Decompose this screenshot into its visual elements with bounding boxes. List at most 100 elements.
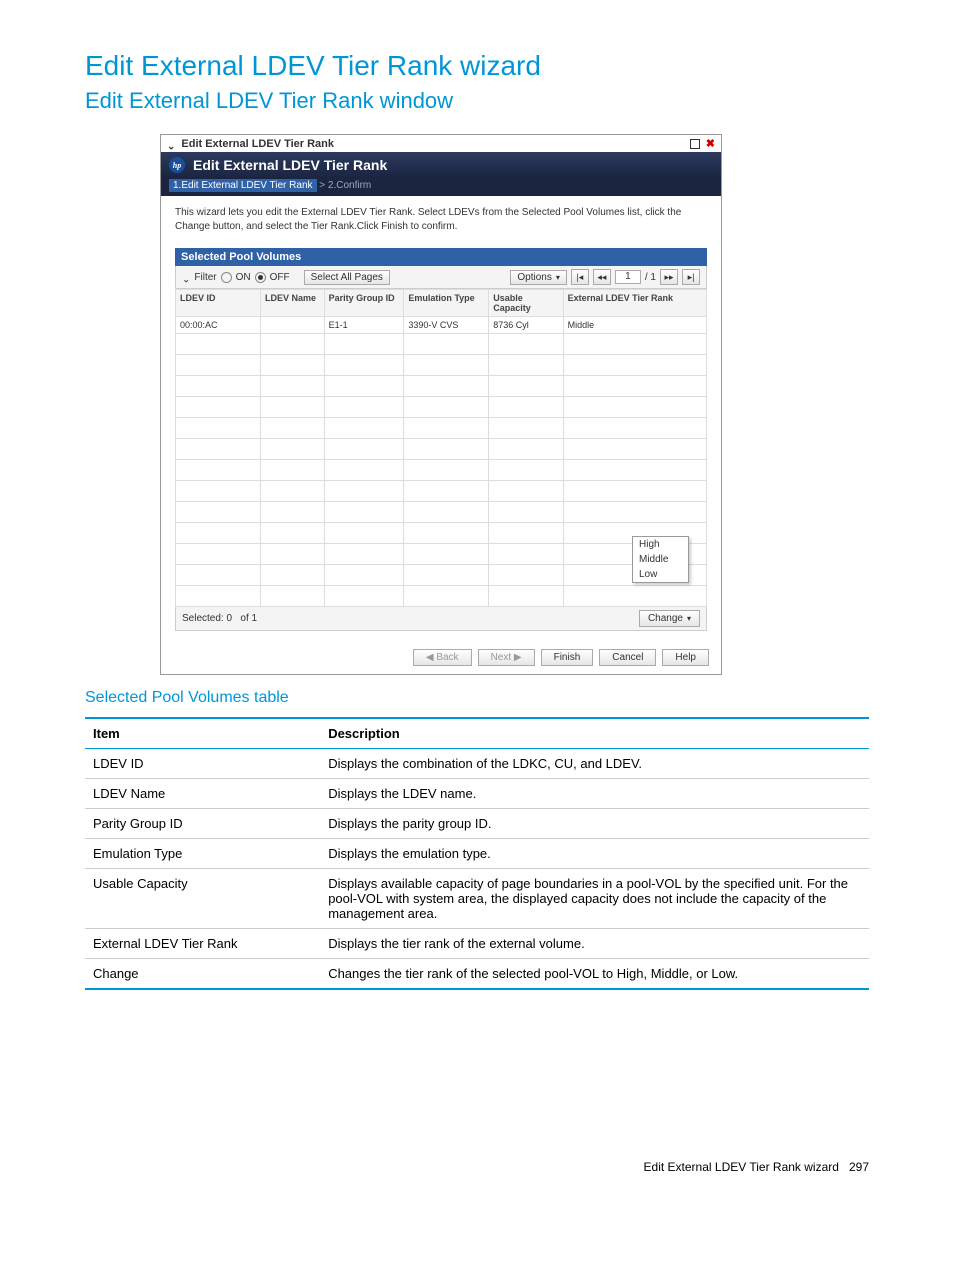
total-count: 1 <box>252 613 258 624</box>
table-row <box>176 376 707 397</box>
window-title: Edit External LDEV Tier Rank <box>181 138 334 150</box>
col-tier-rank[interactable]: External LDEV Tier Rank <box>563 290 706 317</box>
desc-table-title: Selected Pool Volumes table <box>85 689 869 707</box>
desc-row: Usable CapacityDisplays available capaci… <box>85 869 869 929</box>
desc-header-item: Item <box>85 718 320 749</box>
desc-row: LDEV IDDisplays the combination of the L… <box>85 749 869 779</box>
desc-text: Displays the tier rank of the external v… <box>320 929 869 959</box>
wizard-header-title: Edit External LDEV Tier Rank <box>193 157 387 173</box>
selected-label: Selected: <box>182 613 224 624</box>
cell-ldev-name <box>260 317 324 334</box>
tier-rank-option-middle[interactable]: Middle <box>633 552 688 567</box>
table-row <box>176 460 707 481</box>
desc-item: Emulation Type <box>85 839 320 869</box>
desc-text: Displays the emulation type. <box>320 839 869 869</box>
wizard-screenshot: Edit External LDEV Tier Rank ✖ hp Edit E… <box>160 134 722 675</box>
hp-logo-icon: hp <box>169 157 185 173</box>
table-row <box>176 355 707 376</box>
wizard-instructions: This wizard lets you edit the External L… <box>175 206 707 234</box>
table-row <box>176 334 707 355</box>
desc-row: Parity Group IDDisplays the parity group… <box>85 809 869 839</box>
help-button[interactable]: Help <box>662 649 709 666</box>
table-row <box>176 481 707 502</box>
breadcrumb-step-1[interactable]: 1.Edit External LDEV Tier Rank <box>169 179 317 192</box>
page-first-button[interactable]: |◂ <box>571 269 589 285</box>
maximize-icon[interactable] <box>690 139 700 149</box>
desc-text: Displays the LDEV name. <box>320 779 869 809</box>
tier-rank-menu: High Middle Low <box>632 536 689 583</box>
col-ldev-name[interactable]: LDEV Name <box>260 290 324 317</box>
desc-item: Parity Group ID <box>85 809 320 839</box>
desc-item: Usable Capacity <box>85 869 320 929</box>
col-usable-capacity[interactable]: Usable Capacity <box>489 290 563 317</box>
table-row <box>176 439 707 460</box>
pool-volumes-table: LDEV ID LDEV Name Parity Group ID Emulat… <box>175 289 707 607</box>
page-current-input[interactable]: 1 <box>615 270 641 284</box>
page-total-label: / 1 <box>645 272 656 283</box>
desc-text: Displays available capacity of page boun… <box>320 869 869 929</box>
cell-cap: 8736 Cyl <box>489 317 563 334</box>
desc-item: LDEV ID <box>85 749 320 779</box>
table-row <box>176 544 707 565</box>
page-title-h2: Edit External LDEV Tier Rank window <box>85 88 869 114</box>
desc-row: External LDEV Tier RankDisplays the tier… <box>85 929 869 959</box>
breadcrumb-separator: > <box>319 180 325 191</box>
description-table: Item Description LDEV IDDisplays the com… <box>85 717 869 990</box>
cell-rank: Middle <box>563 317 706 334</box>
page-last-button[interactable]: ▸| <box>682 269 700 285</box>
footer-section: Edit External LDEV Tier Rank wizard <box>644 1160 839 1174</box>
breadcrumb: 1.Edit External LDEV Tier Rank > 2.Confi… <box>161 178 721 196</box>
panel-footer: Selected: 0 of 1 Change <box>175 607 707 631</box>
page-title-h1: Edit External LDEV Tier Rank wizard <box>85 50 869 82</box>
filter-on-radio[interactable] <box>221 272 232 283</box>
table-row <box>176 523 707 544</box>
filter-label: Filter <box>194 272 216 283</box>
cancel-button[interactable]: Cancel <box>599 649 656 666</box>
desc-row: LDEV NameDisplays the LDEV name. <box>85 779 869 809</box>
close-icon[interactable]: ✖ <box>706 137 715 150</box>
next-button[interactable]: Next ▶ <box>478 649 535 666</box>
desc-row: ChangeChanges the tier rank of the selec… <box>85 959 869 990</box>
desc-header-description: Description <box>320 718 869 749</box>
page-next-button[interactable]: ▸▸ <box>660 269 678 285</box>
window-titlebar: Edit External LDEV Tier Rank ✖ <box>161 135 721 152</box>
table-row <box>176 397 707 418</box>
desc-item: Change <box>85 959 320 990</box>
desc-item: External LDEV Tier Rank <box>85 929 320 959</box>
filter-off-radio[interactable] <box>255 272 266 283</box>
finish-button[interactable]: Finish <box>541 649 594 666</box>
collapse-icon[interactable] <box>167 138 175 150</box>
table-row[interactable]: 00:00:AC E1-1 3390-V CVS 8736 Cyl Middle <box>176 317 707 334</box>
tier-rank-option-low[interactable]: Low <box>633 567 688 582</box>
cell-ldev-id: 00:00:AC <box>176 317 261 334</box>
select-all-pages-button[interactable]: Select All Pages <box>304 270 390 285</box>
panel-toolbar: Filter ON OFF Select All Pages Options |… <box>175 266 707 289</box>
tier-rank-option-high[interactable]: High <box>633 537 688 552</box>
table-row <box>176 418 707 439</box>
filter-collapse-icon[interactable] <box>182 272 190 283</box>
filter-off-label: OFF <box>270 272 290 283</box>
selected-count: 0 <box>226 613 232 624</box>
table-row <box>176 586 707 607</box>
desc-item: LDEV Name <box>85 779 320 809</box>
breadcrumb-step-2[interactable]: 2.Confirm <box>328 180 371 191</box>
desc-row: Emulation TypeDisplays the emulation typ… <box>85 839 869 869</box>
filter-on-label: ON <box>236 272 251 283</box>
desc-text: Displays the parity group ID. <box>320 809 869 839</box>
wizard-button-bar: ◀ Back Next ▶ Finish Cancel Help <box>161 641 721 674</box>
page-prev-button[interactable]: ◂◂ <box>593 269 611 285</box>
back-button[interactable]: ◀ Back <box>413 649 472 666</box>
col-emulation-type[interactable]: Emulation Type <box>404 290 489 317</box>
desc-text: Changes the tier rank of the selected po… <box>320 959 869 990</box>
col-ldev-id[interactable]: LDEV ID <box>176 290 261 317</box>
wizard-header: hp Edit External LDEV Tier Rank <box>161 152 721 178</box>
table-header-row: LDEV ID LDEV Name Parity Group ID Emulat… <box>176 290 707 317</box>
of-label: of <box>240 613 248 624</box>
table-row <box>176 502 707 523</box>
footer-page-number: 297 <box>849 1160 869 1174</box>
change-button[interactable]: Change <box>639 610 700 627</box>
panel-title: Selected Pool Volumes <box>175 248 707 266</box>
options-dropdown[interactable]: Options <box>510 270 566 285</box>
col-parity-group[interactable]: Parity Group ID <box>324 290 404 317</box>
table-row <box>176 565 707 586</box>
